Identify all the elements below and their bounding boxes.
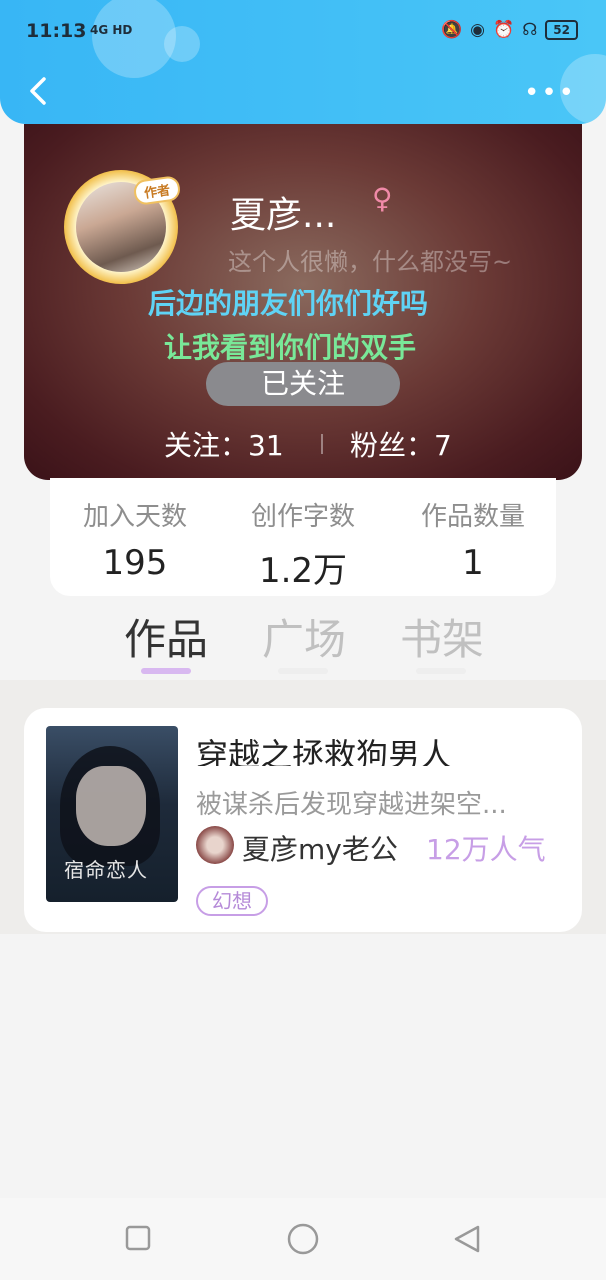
follow-counts: 关注：31 粉丝：7 [24, 424, 582, 464]
back-arrow-icon[interactable] [24, 76, 52, 106]
stat-word-count: 创作字数 1.2万 [218, 496, 388, 592]
home-icon[interactable] [286, 1222, 320, 1256]
following-count[interactable]: 关注：31 [164, 424, 284, 464]
stats-panel: 加入天数 195 创作字数 1.2万 作品数量 1 [50, 478, 556, 596]
cover-title: 宿命恋人 [64, 858, 148, 882]
stat-label: 加入天数 [82, 502, 187, 532]
cover-art [76, 766, 146, 846]
danmaku-comment: 后边的朋友们你们好吗 [148, 287, 429, 320]
network-indicator: 4G HD [90, 23, 133, 37]
author-avatar [196, 826, 234, 864]
status-time: 11:13 [26, 20, 87, 42]
system-nav-bar [0, 1198, 606, 1280]
stat-value: 1.2万 [258, 551, 348, 591]
stat-label: 作品数量 [420, 502, 525, 532]
profile-card: 作者 夏彦... ♀ 这个人很懒，什么都没写~ 后边的朋友们你们好吗 让我看到你… [24, 124, 582, 480]
stat-works-count: 作品数量 1 [388, 496, 558, 583]
female-gender-icon: ♀ [372, 182, 393, 215]
tab-indicator [141, 668, 191, 674]
stat-value: 195 [102, 543, 168, 583]
recent-apps-icon[interactable] [124, 1224, 152, 1252]
status-bar: 11:13 4G HD 🔕 ◉ ⏰ ☊ 52 [0, 14, 606, 50]
more-icon[interactable]: ••• [524, 78, 576, 108]
danmaku-comment: 让我看到你们的双手 [164, 331, 417, 364]
follow-button[interactable]: 已关注 [206, 362, 400, 406]
username: 夏彦... [230, 195, 337, 236]
user-bio: 这个人很懒，什么都没写~ [228, 248, 513, 276]
genre-tag[interactable]: 幻想 [196, 886, 268, 916]
book-description: 被谋杀后发现穿越进架空... [196, 790, 507, 820]
tab-indicator [278, 668, 328, 674]
top-header: 11:13 4G HD 🔕 ◉ ⏰ ☊ 52 ••• [0, 0, 606, 124]
tab-square[interactable]: 广场 [262, 606, 346, 667]
book-popularity: 12万人气 [426, 833, 546, 866]
mute-icon: 🔕 [441, 20, 463, 40]
fans-count[interactable]: 粉丝：7 [350, 424, 452, 464]
book-author: 夏彦my老公 [242, 833, 398, 866]
alarm-icon: ⏰ [493, 20, 515, 40]
lock-icon: ◉ [470, 20, 486, 40]
tab-bar: 作品 广场 书架 [0, 600, 606, 680]
divider [321, 434, 323, 454]
book-cover[interactable]: 宿命恋人 [46, 726, 178, 902]
tab-indicator [416, 668, 466, 674]
battery-icon: 52 [545, 20, 578, 40]
tab-bookshelf[interactable]: 书架 [400, 606, 484, 667]
nav-back-icon[interactable] [452, 1224, 482, 1254]
stat-label: 创作字数 [250, 502, 355, 532]
stat-join-days: 加入天数 195 [50, 496, 220, 583]
headset-icon: ☊ [522, 20, 538, 40]
status-icons: 🔕 ◉ ⏰ ☊ 52 [441, 20, 578, 40]
stat-value: 1 [462, 543, 484, 583]
book-title[interactable]: 穿越之拯救狗男人 [196, 730, 566, 766]
book-card[interactable]: 宿命恋人 穿越之拯救狗男人 被谋杀后发现穿越进架空... 夏彦my老公 12万人… [24, 708, 582, 932]
tab-works[interactable]: 作品 [124, 606, 208, 667]
